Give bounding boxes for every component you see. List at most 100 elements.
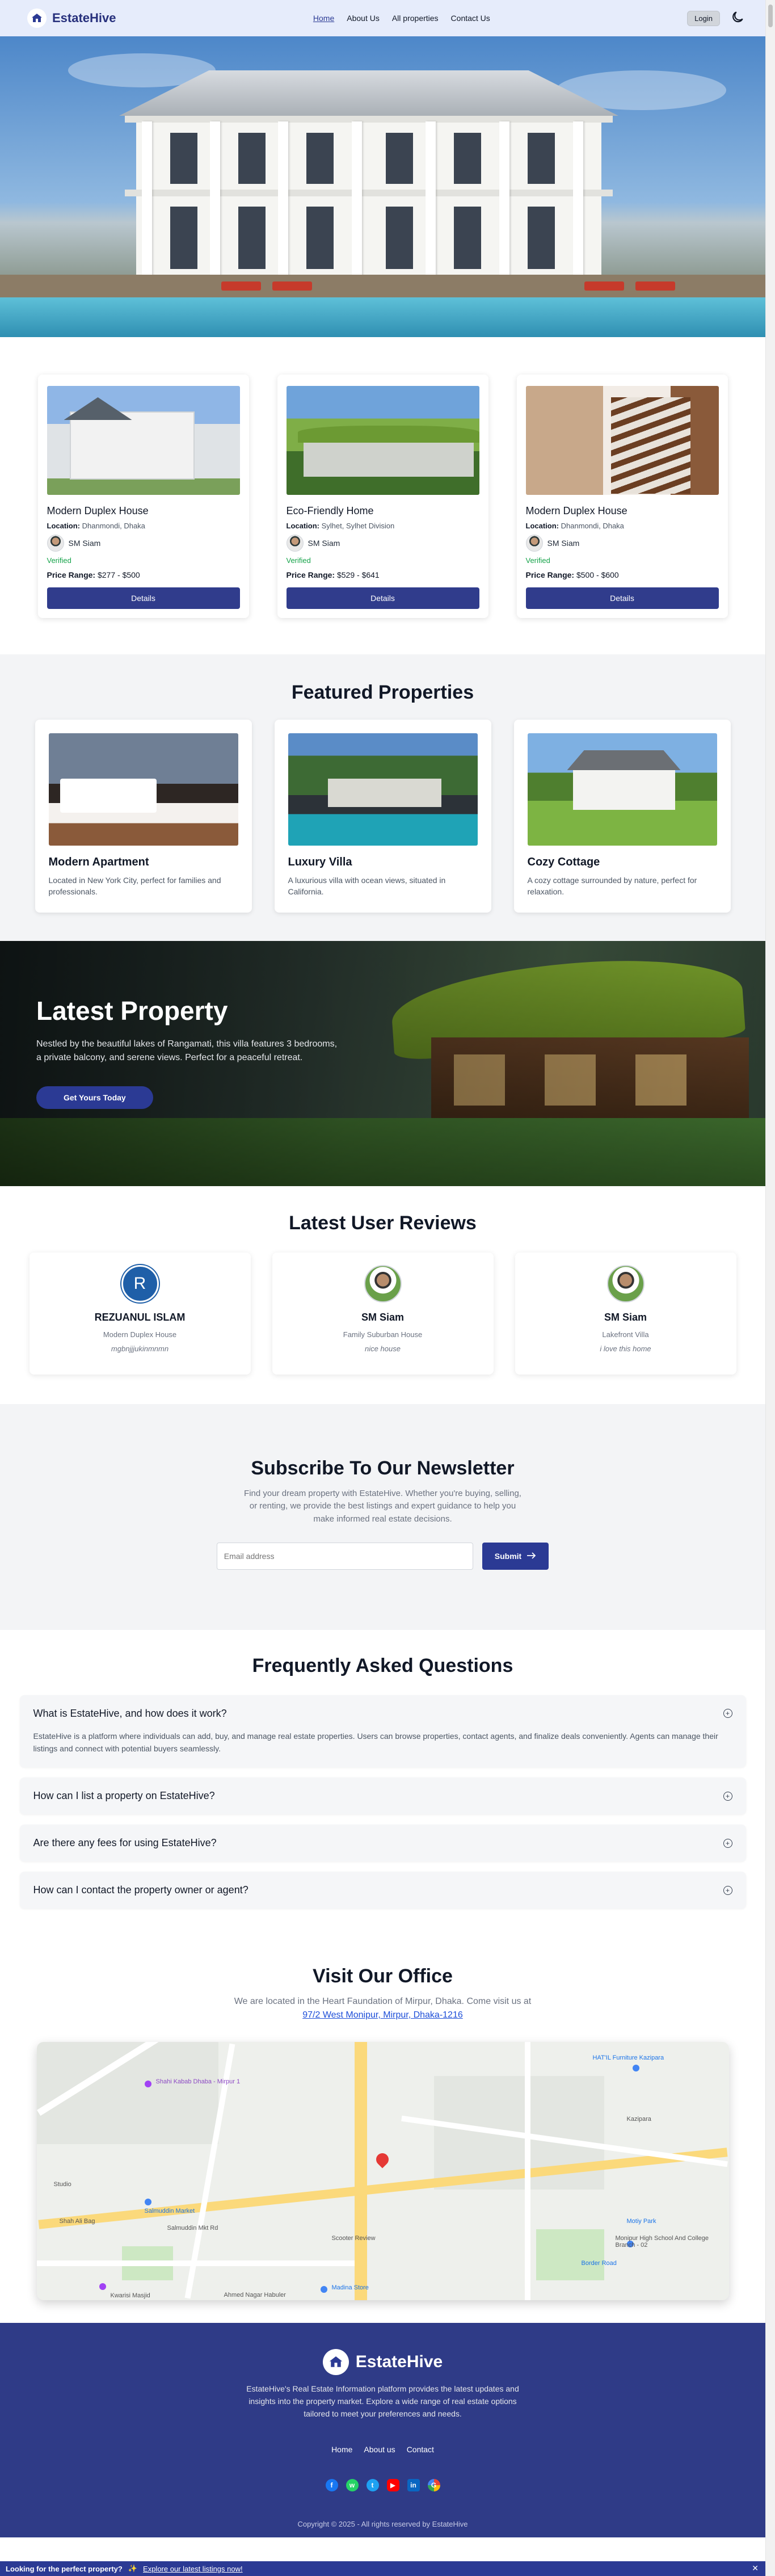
price-value: $500 - $600 [576, 570, 619, 579]
newsletter-title: Subscribe To Our Newsletter [251, 1457, 515, 1479]
brand[interactable]: EstateHive [27, 9, 116, 28]
location-value: Sylhet, Sylhet Division [321, 522, 395, 530]
promo-link[interactable]: Explore our latest listings now! [143, 2565, 243, 2573]
faq-question[interactable]: What is EstateHive, and how does it work… [33, 1708, 732, 1720]
hero-window [386, 207, 413, 269]
hero-window [170, 133, 197, 184]
property-location: Location: Dhanmondi, Dhaka [47, 522, 240, 530]
get-yours-today-button[interactable]: Get Yours Today [36, 1086, 153, 1109]
featured-row: Modern Apartment Located in New York Cit… [0, 720, 765, 913]
map-label: HAT'IL Furniture Kazipara [592, 2054, 664, 2062]
footer-about: EstateHive's Real Estate Information pla… [246, 2384, 519, 2418]
moon-icon[interactable] [730, 10, 745, 27]
property-agent: SM Siam [525, 535, 719, 552]
agent-name: SM Siam [547, 539, 580, 548]
faq-item[interactable]: How can I contact the property owner or … [19, 1872, 746, 1909]
hero-banner [0, 36, 765, 337]
agent-avatar [525, 535, 543, 552]
newsletter-form: Submit [0, 1543, 765, 1570]
footer: EstateHive EstateHive's Real Estate Info… [0, 2323, 765, 2538]
office-map[interactable]: Shahi Kabab Dhaba - Mirpur 1 Salmuddin M… [36, 2042, 729, 2301]
faq-item[interactable]: How can I list a property on EstateHive?… [19, 1777, 746, 1815]
faq-list: What is EstateHive, and how does it work… [19, 1695, 746, 1909]
arrow-right-icon [527, 1552, 536, 1561]
hero-column [499, 121, 509, 280]
close-icon[interactable]: ✕ [752, 2564, 759, 2573]
hero-window [306, 207, 334, 269]
map-label: Ahmed Nagar Habuler [224, 2292, 286, 2299]
property-image [286, 386, 479, 495]
review-text: mgbnjjjukinmnmn [111, 1344, 169, 1353]
map-label: Salmuddin Market [144, 2208, 195, 2215]
hero-lounger [221, 281, 261, 291]
map-poi-icon[interactable] [99, 2283, 106, 2291]
page-scrollbar[interactable] [765, 0, 775, 2576]
reviews-row: R REZUANUL ISLAM Modern Duplex House mgb… [0, 1252, 765, 1375]
newsletter-text: Find your dream property with EstateHive… [244, 1488, 521, 1524]
details-button[interactable]: Details [286, 587, 479, 609]
hero-column [142, 121, 152, 280]
property-price: Price Range: $529 - $641 [287, 570, 479, 579]
review-card: SM Siam Family Suburban House nice house [272, 1252, 494, 1375]
plus-circle-icon[interactable]: + [723, 1709, 732, 1718]
footer-links: Home About us Contact [0, 2445, 765, 2454]
main-nav: Home About Us All properties Contact Us [313, 14, 490, 23]
agent-avatar [47, 535, 64, 552]
google-icon[interactable]: G [427, 2479, 440, 2492]
nav-link-about[interactable]: About Us [347, 14, 380, 23]
faq-question[interactable]: How can I list a property on EstateHive?… [33, 1790, 732, 1802]
section-title: Visit Our Office [313, 1965, 453, 1987]
hero-column [210, 121, 220, 280]
newsletter: Subscribe To Our Newsletter Find your dr… [0, 1403, 765, 1630]
footer-link-about[interactable]: About us [364, 2445, 395, 2454]
page: EstateHive Home About Us All properties … [0, 0, 765, 2538]
property-title: Modern Duplex House [525, 505, 627, 516]
location-pin-icon[interactable] [373, 2150, 391, 2169]
faq-item[interactable]: What is EstateHive, and how does it work… [19, 1695, 746, 1768]
hero-lounger [272, 281, 312, 291]
faq-item[interactable]: Are there any fees for using EstateHive?… [19, 1825, 746, 1862]
details-button[interactable]: Details [47, 587, 240, 609]
faq-question[interactable]: How can I contact the property owner or … [33, 1884, 732, 1896]
map-poi-icon[interactable] [320, 2286, 327, 2293]
property-cards: Modern Duplex House Location: Dhanmondi,… [0, 337, 765, 654]
footer-link-contact[interactable]: Contact [407, 2445, 434, 2454]
nav-link-all-properties[interactable]: All properties [392, 14, 439, 23]
twitter-icon[interactable]: t [366, 2479, 379, 2492]
details-button[interactable]: Details [525, 587, 719, 609]
linkedin-icon[interactable]: in [407, 2479, 420, 2492]
nav-link-home[interactable]: Home [313, 14, 334, 23]
map-label: Kazipara [626, 2116, 651, 2123]
footer-brand[interactable]: EstateHive [0, 2349, 765, 2376]
agent-avatar [286, 535, 304, 552]
scrollbar-thumb[interactable] [768, 5, 773, 27]
property-image [525, 386, 719, 495]
whatsapp-icon[interactable]: w [346, 2479, 359, 2492]
email-input[interactable] [216, 1543, 473, 1570]
faq-question[interactable]: Are there any fees for using EstateHive?… [33, 1837, 732, 1849]
login-button[interactable]: Login [687, 10, 720, 26]
location-label: Location: [286, 522, 320, 530]
reviewer-name: SM Siam [604, 1311, 647, 1323]
facebook-icon[interactable]: f [325, 2479, 338, 2492]
footer-link-home[interactable]: Home [331, 2445, 352, 2454]
submit-button[interactable]: Submit [482, 1543, 549, 1570]
nav-link-contact[interactable]: Contact Us [451, 14, 490, 23]
plus-circle-icon[interactable]: + [723, 1885, 732, 1895]
section-title: Latest User Reviews [289, 1212, 477, 1234]
plus-circle-icon[interactable]: + [723, 1791, 732, 1801]
map-park [536, 2229, 604, 2281]
hero-window [528, 207, 555, 269]
hero-column [278, 121, 288, 280]
map-poi-icon[interactable] [632, 2065, 639, 2072]
map-poi-icon[interactable] [144, 2081, 151, 2088]
plus-circle-icon[interactable]: + [723, 1838, 732, 1848]
map-label: Madina Store [331, 2284, 369, 2292]
office-address-link[interactable]: 97/2 West Monipur, Mirpur, Dhaka-1216 [302, 2010, 463, 2020]
faq-question-text: How can I list a property on EstateHive? [33, 1790, 215, 1802]
house-logo-icon [322, 2349, 349, 2376]
youtube-icon[interactable]: ▶ [386, 2479, 399, 2492]
map-poi-icon[interactable] [144, 2199, 151, 2206]
house-logo-icon [27, 9, 47, 28]
banner-title: Latest Property [36, 995, 228, 1026]
